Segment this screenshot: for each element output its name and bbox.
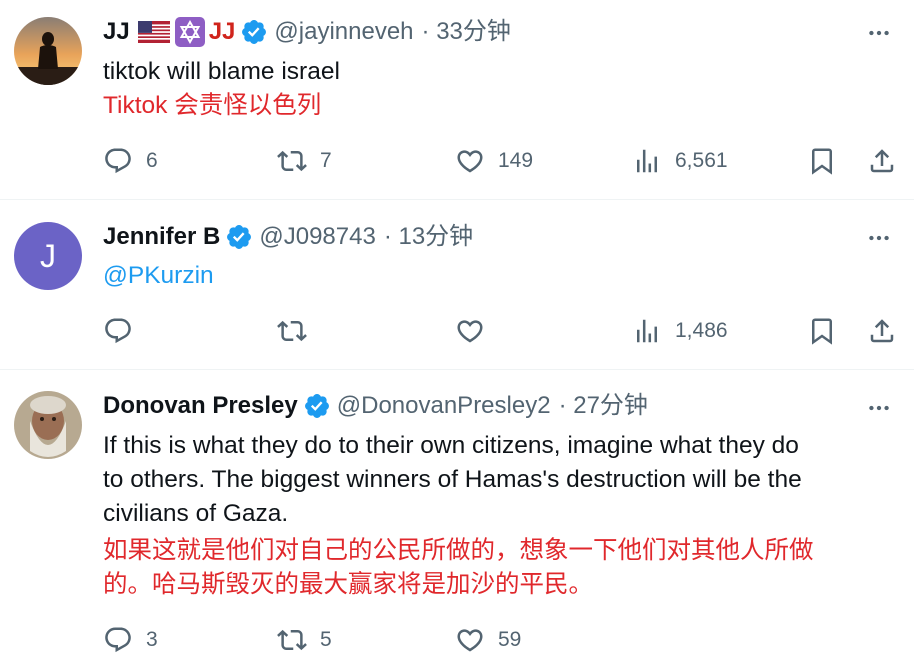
like-button[interactable]: 149	[455, 143, 533, 179]
tweet-header: Jennifer B @J098743 · 13分钟	[103, 222, 473, 252]
verified-badge-icon[interactable]	[225, 223, 253, 251]
tweet-translation: 如果这就是他们对自己的公民所做的，想象一下他们对其他人所做 的。哈马斯毁灭的最大…	[103, 534, 903, 602]
timestamp[interactable]: · 13分钟	[384, 222, 473, 252]
verified-badge-icon[interactable]	[240, 18, 268, 46]
user-handle[interactable]: @jayinneveh	[274, 17, 413, 47]
star-of-david-icon	[174, 17, 205, 47]
more-options-button[interactable]	[864, 393, 894, 423]
retweet-icon	[277, 625, 307, 655]
reply-button[interactable]	[103, 313, 133, 349]
mention-link[interactable]: @PKurzin	[103, 262, 214, 289]
retweet-count: 7	[320, 149, 332, 172]
bookmark-button[interactable]	[807, 313, 837, 349]
view-count: 1,486	[675, 319, 728, 342]
bookmark-icon	[807, 146, 837, 176]
more-options-button[interactable]	[864, 18, 894, 48]
more-icon	[866, 395, 892, 421]
display-name[interactable]: Donovan Presley	[103, 391, 298, 421]
like-count: 59	[498, 628, 522, 651]
timestamp[interactable]: · 27分钟	[559, 391, 648, 421]
tweet-actions: 6 7 149 6,561	[103, 143, 903, 179]
user-handle[interactable]: @DonovanPresley2	[337, 391, 551, 421]
avatar[interactable]	[14, 17, 82, 85]
translation-line: 的。哈马斯毁灭的最大赢家将是加沙的平民。	[103, 571, 593, 598]
like-icon	[455, 316, 485, 346]
tweet-text-line: to others. The biggest winners of Hamas'…	[103, 466, 802, 493]
avatar[interactable]: J	[14, 222, 82, 290]
retweet-count: 5	[320, 628, 332, 651]
like-icon	[455, 625, 485, 655]
tweet-text-line: civilians of Gaza.	[103, 500, 289, 527]
tweet-actions: 1,486	[103, 313, 903, 349]
reply-icon	[103, 625, 133, 655]
verified-badge-icon[interactable]	[303, 392, 331, 420]
share-button[interactable]	[867, 143, 897, 179]
avatar-photo-icon	[14, 17, 82, 85]
display-name[interactable]: JJ	[103, 17, 130, 47]
view-count: 6,561	[675, 149, 728, 172]
views-icon	[632, 316, 662, 346]
reply-count: 6	[146, 149, 158, 172]
us-flag-icon	[137, 21, 170, 43]
bookmark-button[interactable]	[807, 143, 837, 179]
retweet-icon	[277, 316, 307, 346]
retweet-button[interactable]: 7	[277, 143, 332, 179]
more-options-button[interactable]	[864, 223, 894, 253]
retweet-button[interactable]	[277, 313, 307, 349]
more-icon	[866, 225, 892, 251]
reply-icon	[103, 146, 133, 176]
like-count: 149	[498, 149, 534, 172]
reply-count: 3	[146, 628, 158, 651]
more-icon	[866, 20, 892, 46]
reply-button[interactable]: 3	[103, 622, 158, 658]
reply-icon	[103, 316, 133, 346]
views-icon	[632, 146, 662, 176]
tweet[interactable]: J Jennifer B @J098743 · 13分钟 @PKurzin 1,…	[0, 200, 914, 370]
like-button[interactable]: 59	[455, 622, 521, 658]
reply-button[interactable]: 6	[103, 143, 158, 179]
tweet-header: Donovan Presley @DonovanPresley2 · 27分钟	[103, 391, 648, 421]
share-icon	[867, 316, 897, 346]
tweet[interactable]: JJ JJ @jayinneveh · 33分钟 tiktok will bla…	[0, 0, 914, 200]
avatar-photo-icon	[14, 391, 82, 459]
user-handle[interactable]: @J098743	[259, 222, 375, 252]
tweet-translation: Tiktok 会责怪以色列	[103, 92, 322, 119]
retweet-button[interactable]: 5	[277, 622, 332, 658]
timestamp[interactable]: · 33分钟	[422, 17, 511, 47]
share-button[interactable]	[867, 313, 897, 349]
share-icon	[867, 146, 897, 176]
tweet-text: tiktok will blame israel	[103, 58, 340, 85]
like-icon	[455, 146, 485, 176]
translation-line: 如果这就是他们对自己的公民所做的，想象一下他们对其他人所做	[103, 537, 814, 564]
like-button[interactable]	[455, 313, 485, 349]
avatar-letter: J	[40, 237, 56, 274]
display-name-suffix: JJ	[208, 18, 236, 45]
views-button[interactable]: 6,561	[632, 143, 728, 179]
tweet-text: If this is what they do to their own cit…	[103, 429, 903, 531]
tweet-text: @PKurzin	[103, 259, 903, 293]
bookmark-icon	[807, 316, 837, 346]
tweet[interactable]: Donovan Presley @DonovanPresley2 · 27分钟 …	[0, 370, 914, 672]
display-name[interactable]: Jennifer B	[103, 222, 220, 252]
tweet-actions: 3 5 59	[103, 622, 903, 658]
retweet-icon	[277, 146, 307, 176]
tweet-text-line: If this is what they do to their own cit…	[103, 432, 799, 459]
views-button[interactable]: 1,486	[632, 313, 728, 349]
tweet-header: JJ JJ @jayinneveh · 33分钟	[103, 17, 511, 47]
avatar[interactable]	[14, 391, 82, 459]
